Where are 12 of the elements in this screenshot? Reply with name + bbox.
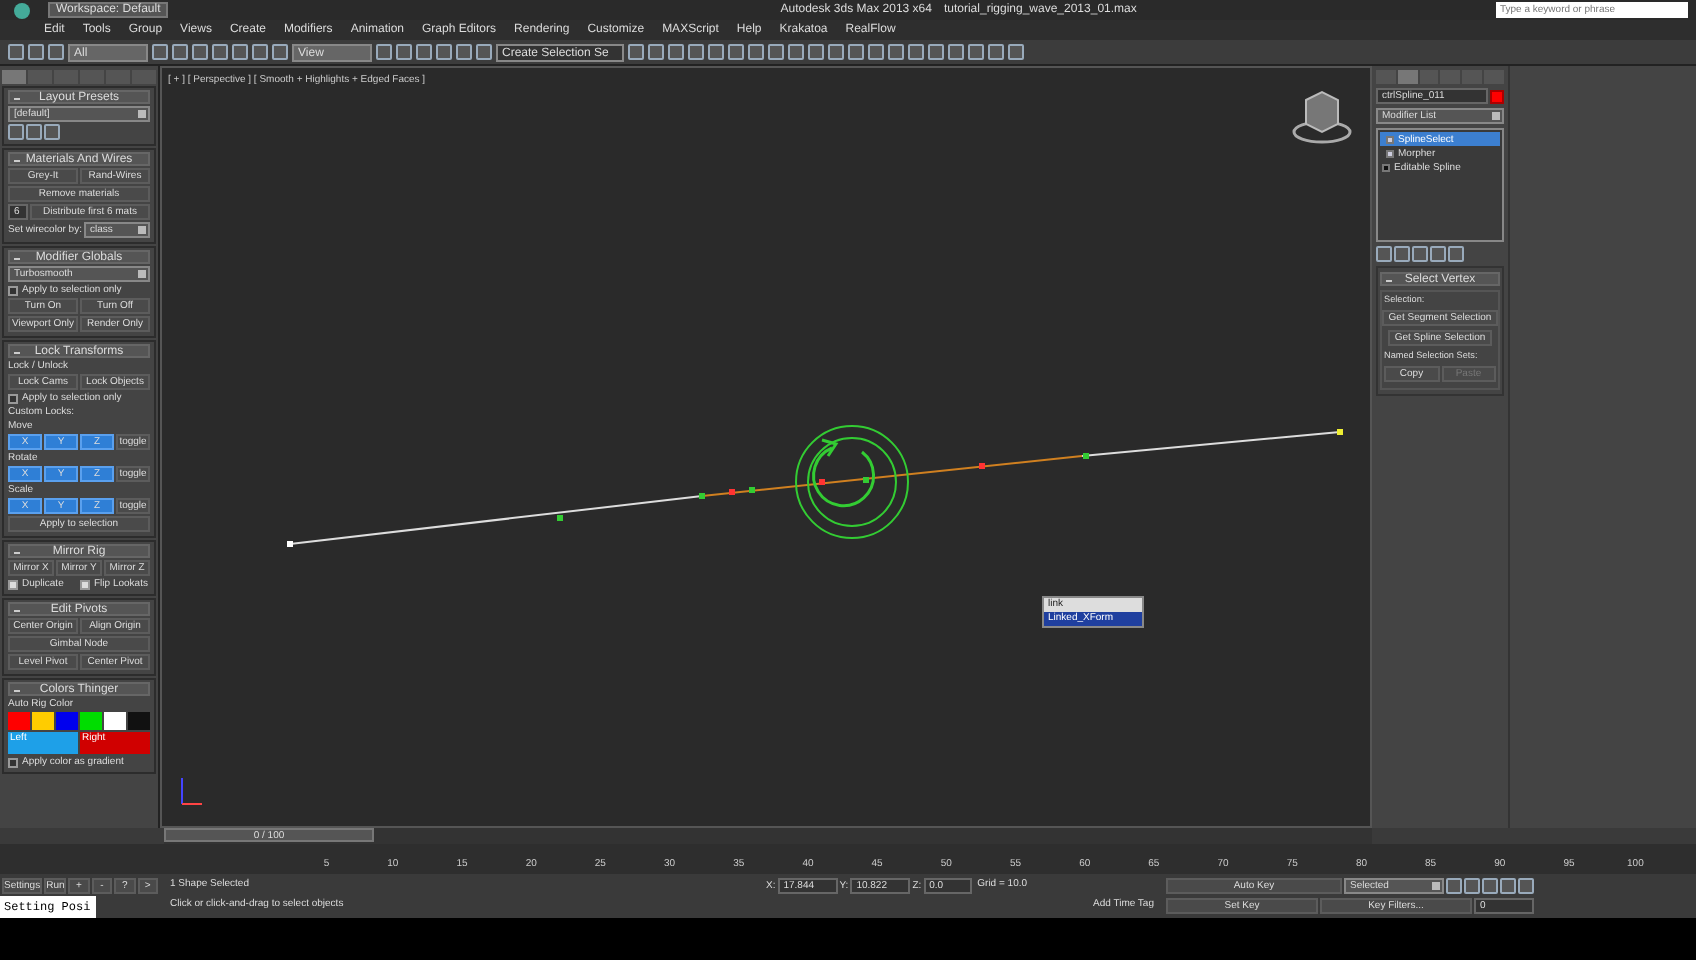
color-swatch[interactable] xyxy=(8,712,30,730)
color-swatch[interactable] xyxy=(56,712,78,730)
rotate-gizmo-drawing[interactable] xyxy=(795,425,909,539)
color-swatch[interactable] xyxy=(128,712,150,730)
app-logo-icon[interactable] xyxy=(8,1,36,19)
object-color-swatch[interactable] xyxy=(1490,89,1504,103)
color-swatch[interactable] xyxy=(80,712,102,730)
panel-tab[interactable] xyxy=(1397,70,1418,84)
color-swatch[interactable] xyxy=(104,712,126,730)
view-cube-icon[interactable] xyxy=(1292,90,1352,144)
color-swatch[interactable] xyxy=(32,712,54,730)
axis-tripod-icon xyxy=(181,777,203,805)
